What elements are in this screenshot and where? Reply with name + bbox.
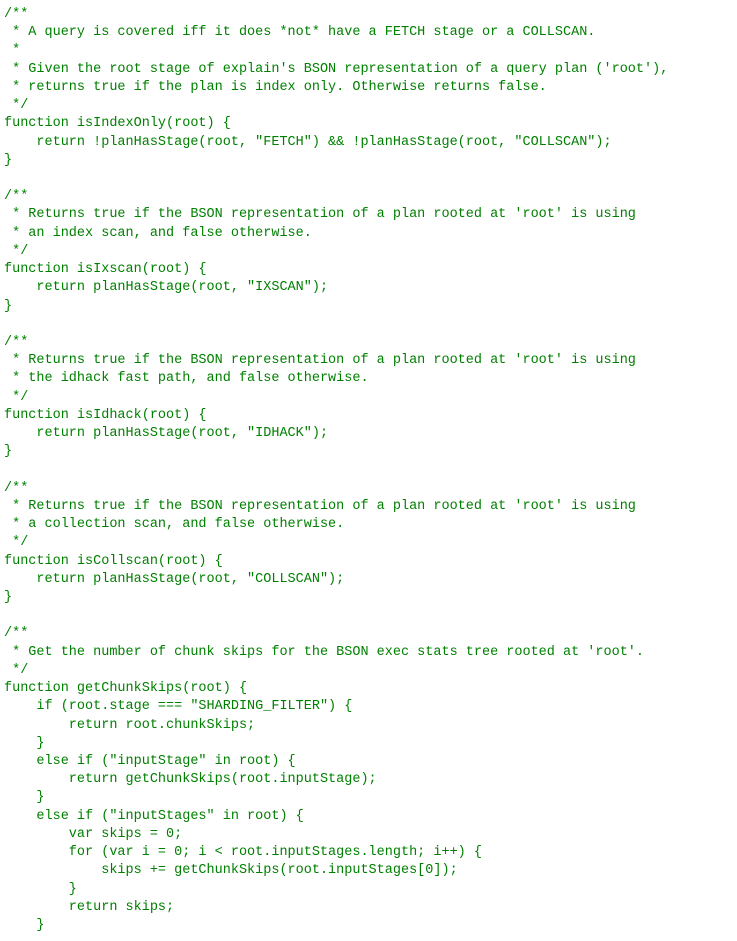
code-block: /** * A query is covered iff it does *no… — [0, 0, 737, 941]
